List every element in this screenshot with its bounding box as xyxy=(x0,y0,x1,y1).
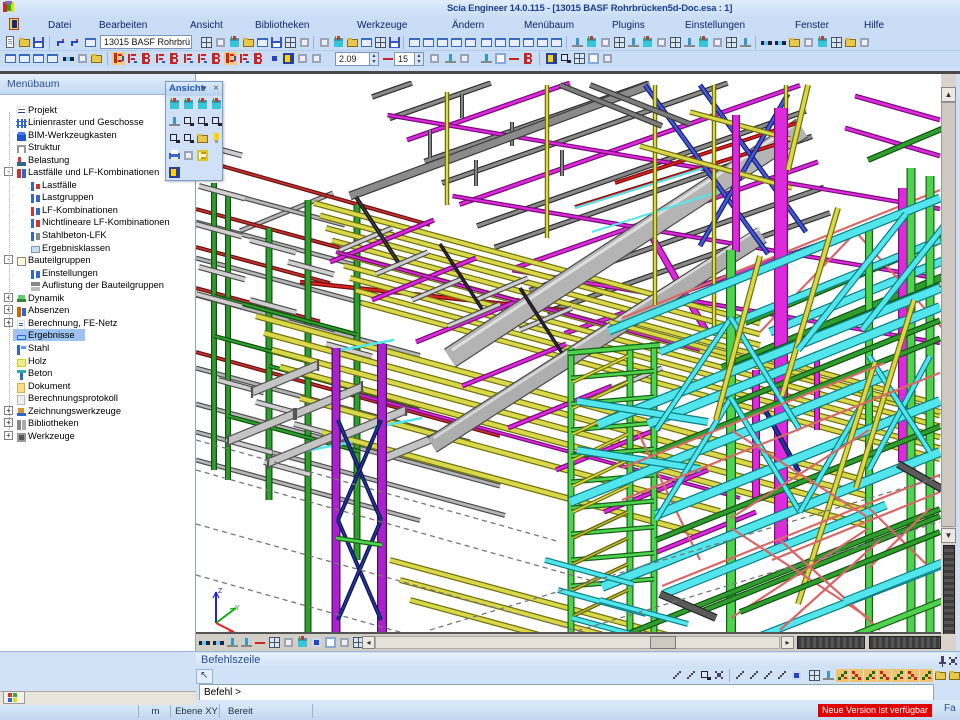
svg-text:Z: Z xyxy=(218,588,223,595)
svg-text:Y: Y xyxy=(235,605,240,612)
